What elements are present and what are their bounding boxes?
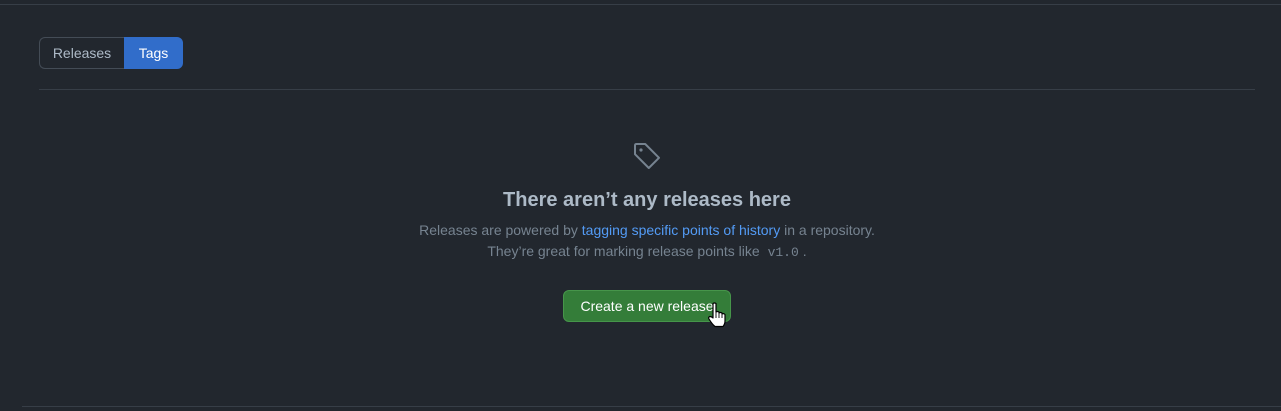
desc-line1-suffix: in a repository. — [780, 222, 875, 238]
desc-line2-suffix: . — [802, 243, 807, 259]
top-border — [0, 4, 1281, 5]
blankslate-title: There aren’t any releases here — [503, 189, 791, 211]
hand-cursor-icon — [708, 302, 726, 328]
tab-releases[interactable]: Releases — [39, 37, 124, 69]
releases-tags-subnav: Releases Tags — [39, 37, 183, 69]
version-code: v1.0 — [767, 245, 799, 260]
tag-icon — [634, 143, 660, 169]
blankslate-description: Releases are powered by tagging specific… — [419, 220, 875, 263]
desc-line1-prefix: Releases are powered by — [419, 222, 582, 238]
bottom-border — [22, 406, 1281, 407]
desc-line2-prefix: They’re great for marking release points… — [487, 243, 760, 259]
blankslate: There aren’t any releases here Releases … — [0, 140, 1281, 322]
tagging-docs-link[interactable]: tagging specific points of history — [582, 222, 780, 238]
tab-tags[interactable]: Tags — [124, 37, 183, 69]
subnav-divider — [39, 89, 1255, 90]
